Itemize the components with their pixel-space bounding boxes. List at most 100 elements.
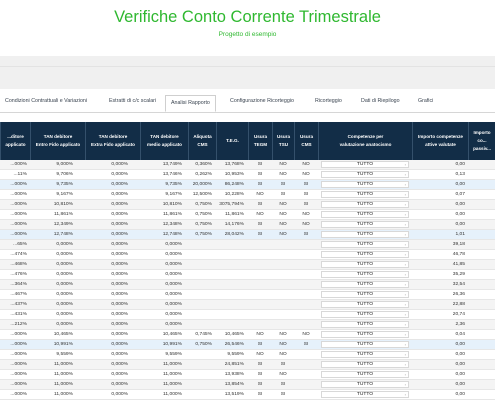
competenze-select[interactable]: TUTTO ›: [321, 191, 409, 198]
column-header-sublabel: CMS: [301, 142, 312, 147]
table-row[interactable]: ...431% 0,000% 0,000% 0,000% TUTTO › 20,74: [0, 310, 495, 320]
table-row[interactable]: ...000% 9,735% 0,000% 9,735% 20,000% 86,248% S…: [0, 180, 495, 190]
competenze-select[interactable]: TUTTO ›: [321, 201, 409, 208]
competenze-select-value: TUTTO: [356, 362, 374, 367]
chevron-down-icon: ›: [404, 282, 406, 287]
competenze-select[interactable]: TUTTO ›: [321, 321, 409, 328]
table-row[interactable]: ...000% 12,349% 0,000% 12,348% 0,750% 14,176%…: [0, 220, 495, 230]
competenze-select[interactable]: TUTTO ›: [321, 371, 409, 378]
competenze-select-value: TUTTO: [356, 302, 374, 307]
competenze-select[interactable]: TUTTO ›: [321, 161, 409, 168]
table-cell: 0,000%: [111, 252, 128, 257]
table-cell: 0,000%: [111, 212, 128, 217]
competenze-select-value: TUTTO: [356, 222, 374, 227]
table-cell: 46,78: [452, 252, 465, 257]
column-header[interactable]: TAN debitore Extra Fido applicato: [85, 122, 140, 160]
tab-configurazione-ricorteggio[interactable]: Configurazione Ricorteggio: [225, 94, 299, 111]
table-cell: 0,00: [455, 392, 465, 397]
table-row[interactable]: ...000% 12,748% 0,000% 12,748% 0,750% 28,042%…: [0, 230, 495, 240]
table-row[interactable]: ...437% 0,000% 0,000% 0,000% TUTTO › 22,88: [0, 300, 495, 310]
table-row[interactable]: ...000% 11,000% 0,000% 11,000% 13,519% SI SI TU…: [0, 390, 495, 400]
competenze-select[interactable]: TUTTO ›: [321, 381, 409, 388]
table-row[interactable]: ...364% 0,000% 0,000% 0,000% TUTTO › 32,54: [0, 280, 495, 290]
column-header[interactable]: ...ditore applicato: [0, 122, 30, 160]
tab-grafici[interactable]: Grafici: [413, 94, 438, 111]
table-cell: 86,248%: [224, 182, 244, 187]
column-header-label: Importo competenze: [418, 134, 463, 139]
competenze-select[interactable]: TUTTO ›: [321, 281, 409, 288]
table-row[interactable]: ...476% 0,000% 0,000% 0,000% TUTTO › 35,29: [0, 270, 495, 280]
column-header[interactable]: Usura TSU: [272, 122, 294, 160]
table-cell: 0,000%: [165, 242, 182, 247]
competenze-select[interactable]: TUTTO ›: [321, 271, 409, 278]
competenze-select[interactable]: TUTTO ›: [321, 251, 409, 258]
tab-dati-riepilogo[interactable]: Dati di Riepilogo: [356, 94, 405, 111]
chevron-down-icon: ›: [404, 222, 406, 227]
table-cell: SI: [257, 232, 263, 237]
chevron-down-icon: ›: [404, 192, 406, 197]
competenze-select[interactable]: TUTTO ›: [321, 331, 409, 338]
column-header[interactable]: Competenze per valutazione anatocismo: [318, 122, 412, 160]
table-cell: [188, 290, 212, 299]
table-row[interactable]: ...000% 11,000% 0,000% 11,000% 24,851% SI SI TU…: [0, 360, 495, 370]
column-header[interactable]: Usura TEGM: [248, 122, 272, 160]
table-cell: SI: [257, 172, 263, 177]
column-header[interactable]: Usura CMS: [294, 122, 318, 160]
column-header-sublabel: valutazione anatocismo: [339, 142, 392, 147]
table-cell: NO: [279, 332, 287, 337]
table-cell: 0,000%: [111, 362, 128, 367]
table-row[interactable]: ...000% 10,810% 0,000% 10,810% 0,750% 3075,79…: [0, 200, 495, 210]
competenze-select-value: TUTTO: [356, 252, 374, 257]
table-row[interactable]: ...11% 9,706% 0,000% 13,746% 0,262% 10,953% SI…: [0, 170, 495, 180]
table-row[interactable]: ...000% 11,000% 0,000% 11,000% 13,938% SI NO TU…: [0, 370, 495, 380]
table-row[interactable]: ...000% 11,861% 0,000% 11,861% 0,750% 11,861%…: [0, 210, 495, 220]
tab-ricorteggio[interactable]: Ricorteggio: [310, 94, 347, 111]
competenze-select[interactable]: TUTTO ›: [321, 291, 409, 298]
column-header[interactable]: TAN debitore Entro Fido applicato: [30, 122, 85, 160]
tab-estratti-scalari[interactable]: Estratti di c/c scalari: [104, 94, 161, 111]
tab-condizioni-contrattuali[interactable]: Condizioni Contrattuali e Variazioni: [0, 94, 92, 111]
table-cell: 0,000%: [56, 272, 73, 277]
column-header[interactable]: TAN debitore medio applicato: [140, 122, 188, 160]
competenze-select[interactable]: TUTTO ›: [321, 351, 409, 358]
table-row[interactable]: ...65% 0,000% 0,000% 0,000% TUTTO › 39,18: [0, 240, 495, 250]
competenze-select[interactable]: TUTTO ›: [321, 391, 409, 398]
competenze-select[interactable]: TUTTO ›: [321, 341, 409, 348]
competenze-select[interactable]: TUTTO ›: [321, 361, 409, 368]
competenze-select-value: TUTTO: [356, 392, 374, 397]
table-row[interactable]: ...000% 9,000% 0,000% 13,749% 0,360% 13,768% S…: [0, 160, 495, 170]
competenze-select[interactable]: TUTTO ›: [321, 171, 409, 178]
table-row[interactable]: ...000% 9,559% 0,000% 9,559% 9,559% NO NO TUTTO…: [0, 350, 495, 360]
table-row[interactable]: ...468% 0,000% 0,000% 0,000% TUTTO › 41,85: [0, 260, 495, 270]
column-header[interactable]: T.E.G.: [216, 122, 248, 160]
table-cell: 0,000%: [56, 282, 73, 287]
table-cell: 0,000%: [111, 352, 128, 357]
table-cell: 0,000%: [56, 302, 73, 307]
competenze-select[interactable]: TUTTO ›: [321, 181, 409, 188]
competenze-select[interactable]: TUTTO ›: [321, 211, 409, 218]
table-row[interactable]: ...474% 0,000% 0,000% 0,000% TUTTO › 46,78: [0, 250, 495, 260]
table-row[interactable]: ...000% 9,167% 0,000% 9,167% 12,500% 10,228% N…: [0, 190, 495, 200]
competenze-select[interactable]: TUTTO ›: [321, 241, 409, 248]
column-header-label: ...ditore: [7, 134, 24, 139]
competenze-select[interactable]: TUTTO ›: [321, 261, 409, 268]
table-cell: SI: [257, 222, 263, 227]
competenze-select[interactable]: TUTTO ›: [321, 231, 409, 238]
table-cell: 10,953%: [224, 172, 244, 177]
table-cell: [248, 290, 272, 299]
competenze-select[interactable]: TUTTO ›: [321, 301, 409, 308]
table-row[interactable]: ...212% 0,000% 0,000% 0,000% TUTTO › 2,36: [0, 320, 495, 330]
column-header[interactable]: Aliquota CMS: [188, 122, 216, 160]
column-header-label: Usura: [299, 134, 314, 139]
table-row[interactable]: ...000% 10,991% 0,000% 10,991% 0,750% 26,546%…: [0, 340, 495, 350]
table-row[interactable]: ...467% 0,000% 0,000% 0,000% TUTTO › 26,36: [0, 290, 495, 300]
table-row[interactable]: ...000% 10,465% 0,000% 10,465% 0,745% 10,465%…: [0, 330, 495, 340]
table-cell: [294, 360, 318, 369]
competenze-select[interactable]: TUTTO ›: [321, 221, 409, 228]
tab-analisi-rapporto[interactable]: Analisi Rapporto: [165, 95, 216, 112]
table-cell: 0,000%: [165, 292, 182, 297]
column-header[interactable]: Importo co... passiv...: [468, 122, 495, 160]
competenze-select[interactable]: TUTTO ›: [321, 311, 409, 318]
column-header[interactable]: Importo competenze attive valutate: [412, 122, 468, 160]
table-row[interactable]: ...000% 11,000% 0,000% 11,000% 13,854% SI SI TU…: [0, 380, 495, 390]
